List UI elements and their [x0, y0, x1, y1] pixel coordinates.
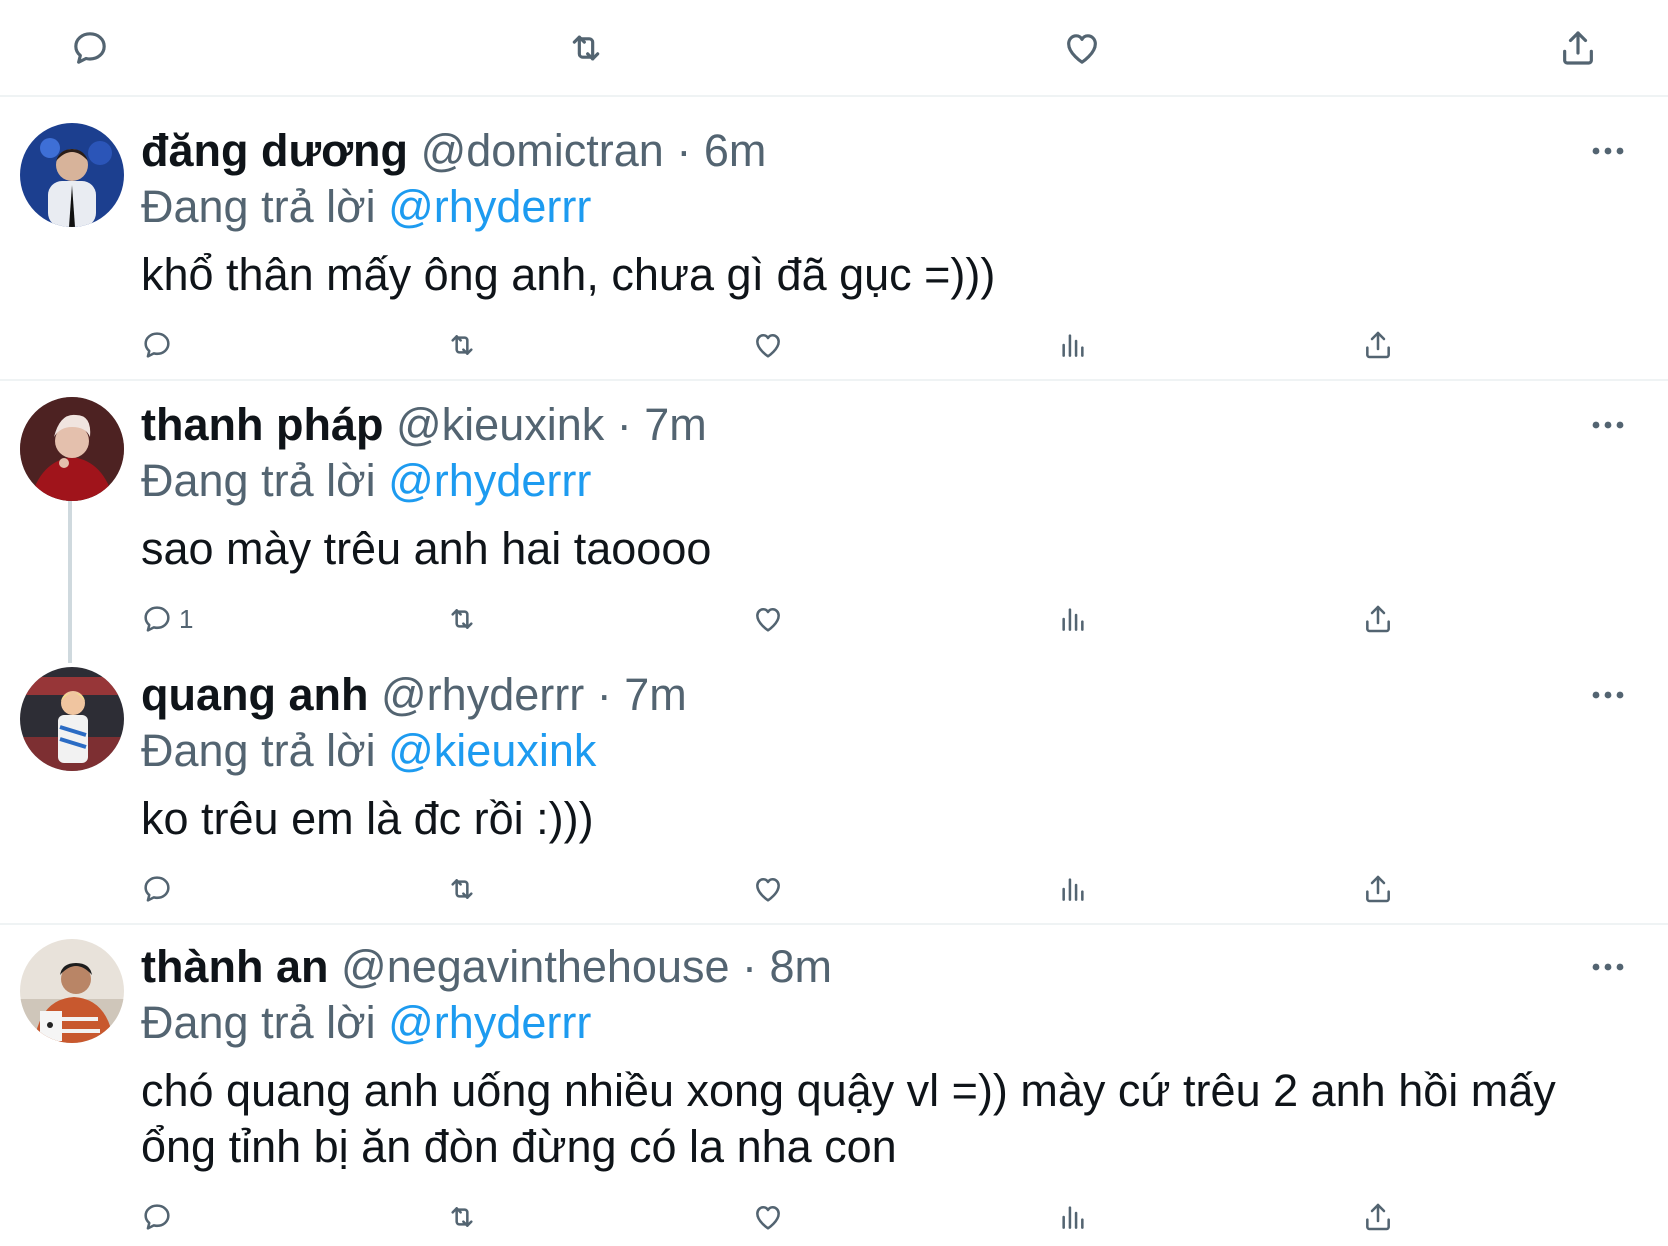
more-icon[interactable]: [1588, 141, 1628, 161]
heart-icon: [752, 1201, 784, 1233]
share-icon: [1362, 873, 1394, 905]
analytics-button[interactable]: [1057, 599, 1089, 639]
avatar[interactable]: [20, 123, 124, 227]
share-button[interactable]: [1362, 599, 1394, 639]
user-handle[interactable]: @rhyderrr: [381, 669, 584, 720]
retweet-button[interactable]: [446, 869, 478, 909]
retweet-icon: [446, 1201, 478, 1233]
mention-link[interactable]: @rhyderrr: [388, 455, 591, 506]
share-icon: [1362, 1201, 1394, 1233]
display-name[interactable]: thành an: [141, 941, 329, 992]
like-button[interactable]: [752, 1197, 784, 1237]
analytics-icon: [1057, 1201, 1089, 1233]
share-button[interactable]: [1362, 869, 1394, 909]
timestamp[interactable]: 7m: [624, 669, 687, 720]
retweet-icon[interactable]: [564, 26, 608, 70]
retweet-button[interactable]: [446, 325, 478, 365]
tweet-text: ko trêu em là đc rồi :))): [141, 793, 594, 844]
timestamp[interactable]: 7m: [644, 399, 707, 450]
retweet-icon: [446, 603, 478, 635]
reply-icon[interactable]: [68, 26, 112, 70]
user-handle[interactable]: @domictran: [421, 125, 664, 176]
separator-dot: ·: [616, 399, 632, 450]
reply-button[interactable]: [141, 1197, 179, 1237]
retweet-icon: [446, 329, 478, 361]
more-icon[interactable]: [1588, 685, 1628, 705]
reply-icon: [141, 873, 173, 905]
separator-dot: ·: [742, 941, 758, 992]
retweet-icon: [446, 873, 478, 905]
display-name[interactable]: quang anh: [141, 669, 368, 720]
retweet-button[interactable]: [446, 1197, 478, 1237]
reply-button[interactable]: [141, 325, 179, 365]
share-icon: [1362, 603, 1394, 635]
mention-link[interactable]: @kieuxink: [388, 725, 596, 776]
more-icon[interactable]: [1588, 957, 1628, 977]
timestamp[interactable]: 8m: [770, 941, 833, 992]
like-button[interactable]: [752, 325, 784, 365]
tweet-actions: [0, 869, 1668, 909]
avatar[interactable]: [20, 939, 124, 1043]
tweet-reply[interactable]: đăng dương @domictran · 6m Đang trả lời …: [0, 97, 1668, 381]
reply-button[interactable]: 1: [141, 599, 193, 639]
tweet-text: sao mày trêu anh hai taoooo: [141, 523, 712, 574]
analytics-button[interactable]: [1057, 325, 1089, 365]
display-name[interactable]: thanh pháp: [141, 399, 383, 450]
replying-prefix: Đang trả lời: [141, 725, 376, 776]
analytics-icon: [1057, 603, 1089, 635]
replying-prefix: Đang trả lời: [141, 181, 376, 232]
share-icon: [1362, 329, 1394, 361]
replying-prefix: Đang trả lời: [141, 997, 376, 1048]
reply-count: 1: [179, 603, 194, 634]
reply-icon: [141, 329, 173, 361]
reply-icon: [141, 603, 173, 635]
avatar[interactable]: [20, 667, 124, 771]
tweet-reply[interactable]: thành an @negavinthehouse · 8m Đang trả …: [0, 925, 1668, 1246]
separator-dot: ·: [596, 669, 612, 720]
replying-to: Đang trả lời @rhyderrr: [141, 995, 591, 1051]
share-icon[interactable]: [1556, 26, 1600, 70]
heart-icon: [752, 873, 784, 905]
retweet-button[interactable]: [446, 599, 478, 639]
avatar[interactable]: [20, 397, 124, 501]
tweet-actions: 1: [0, 599, 1668, 639]
tweet-text: chó quang anh uống nhiều xong quậy vl =)…: [141, 1065, 1556, 1172]
user-handle[interactable]: @negavinthehouse: [341, 941, 729, 992]
reply-icon: [141, 1201, 173, 1233]
mention-link[interactable]: @rhyderrr: [388, 997, 591, 1048]
replying-prefix: Đang trả lời: [141, 455, 376, 506]
display-name[interactable]: đăng dương: [141, 125, 408, 176]
like-button[interactable]: [752, 869, 784, 909]
parent-tweet-actions: [0, 0, 1668, 97]
heart-icon: [752, 603, 784, 635]
like-button[interactable]: [752, 599, 784, 639]
timestamp[interactable]: 6m: [704, 125, 767, 176]
mention-link[interactable]: @rhyderrr: [388, 181, 591, 232]
heart-icon: [752, 329, 784, 361]
heart-icon[interactable]: [1060, 26, 1104, 70]
share-button[interactable]: [1362, 325, 1394, 365]
tweet-reply[interactable]: thanh pháp @kieuxink · 7m Đang trả lời @…: [0, 381, 1668, 653]
share-button[interactable]: [1362, 1197, 1394, 1237]
analytics-button[interactable]: [1057, 869, 1089, 909]
more-icon[interactable]: [1588, 415, 1628, 435]
analytics-icon: [1057, 329, 1089, 361]
tweet-actions: [0, 325, 1668, 365]
tweet-actions: [0, 1197, 1668, 1237]
replying-to: Đang trả lời @rhyderrr: [141, 179, 591, 235]
replying-to: Đang trả lời @rhyderrr: [141, 453, 591, 509]
replying-to: Đang trả lời @kieuxink: [141, 723, 596, 779]
separator-dot: ·: [676, 125, 692, 176]
tweet-reply[interactable]: quang anh @rhyderrr · 7m Đang trả lời @k…: [0, 653, 1668, 925]
reply-button[interactable]: [141, 869, 179, 909]
tweet-text: khổ thân mấy ông anh, chưa gì đã gục =))…: [141, 249, 996, 300]
user-handle[interactable]: @kieuxink: [396, 399, 604, 450]
analytics-button[interactable]: [1057, 1197, 1089, 1237]
analytics-icon: [1057, 873, 1089, 905]
